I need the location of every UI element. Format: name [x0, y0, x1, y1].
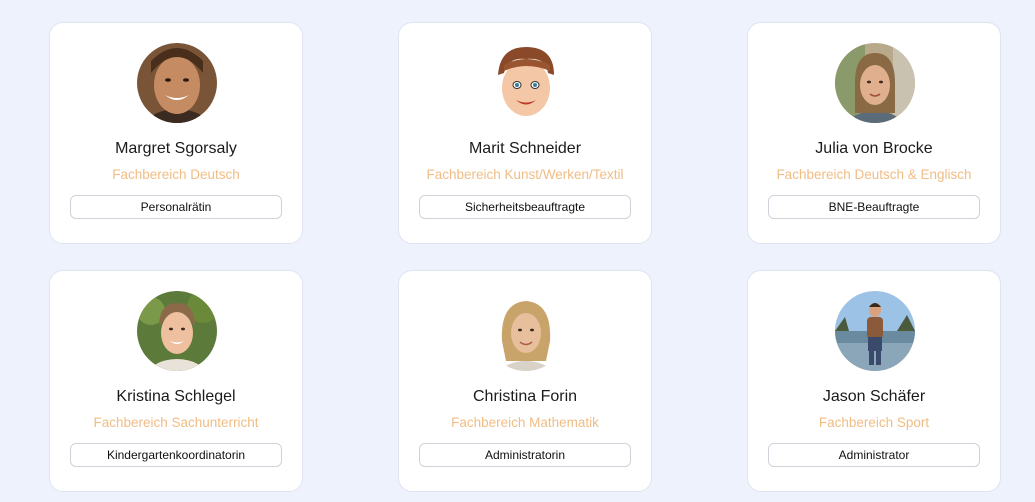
staff-department: Fachbereich Sport [818, 415, 930, 430]
staff-department: Fachbereich Mathematik [451, 415, 599, 430]
role-badge[interactable]: Personalrätin [70, 195, 282, 219]
staff-department: Fachbereich Kunst/Werken/Textil [426, 167, 624, 182]
role-badge[interactable]: Administratorin [419, 443, 631, 467]
role-badge[interactable]: Administrator [768, 443, 980, 467]
staff-name: Jason Schäfer [822, 388, 926, 405]
staff-name: Julia von Brocke [815, 140, 933, 157]
role-badge[interactable]: BNE-Beauftragte [768, 195, 980, 219]
role-badge[interactable]: Kindergartenkoordinatorin [70, 443, 282, 467]
staff-card: Christina Forin Fachbereich Mathematik A… [398, 270, 652, 492]
staff-department: Fachbereich Deutsch [112, 167, 240, 182]
staff-card: Jason Schäfer Fachbereich Sport Administ… [747, 270, 1001, 492]
staff-name: Margret Sgorsaly [115, 140, 237, 157]
staff-card: Julia von Brocke Fachbereich Deutsch & E… [747, 22, 1001, 244]
staff-department: Fachbereich Deutsch & Englisch [776, 167, 972, 182]
avatar [835, 43, 915, 123]
avatar [486, 43, 566, 123]
staff-name: Christina Forin [472, 388, 578, 405]
avatar [137, 291, 217, 371]
staff-name: Kristina Schlegel [116, 388, 236, 405]
staff-card: Marit Schneider Fachbereich Kunst/Werken… [398, 22, 652, 244]
avatar [137, 43, 217, 123]
staff-card: Kristina Schlegel Fachbereich Sachunterr… [49, 270, 303, 492]
avatar [486, 291, 566, 371]
role-badge[interactable]: Sicherheitsbeauftragte [419, 195, 631, 219]
staff-name: Marit Schneider [468, 140, 582, 157]
avatar [835, 291, 915, 371]
staff-card: Margret Sgorsaly Fachbereich Deutsch Per… [49, 22, 303, 244]
staff-department: Fachbereich Sachunterricht [93, 415, 259, 430]
